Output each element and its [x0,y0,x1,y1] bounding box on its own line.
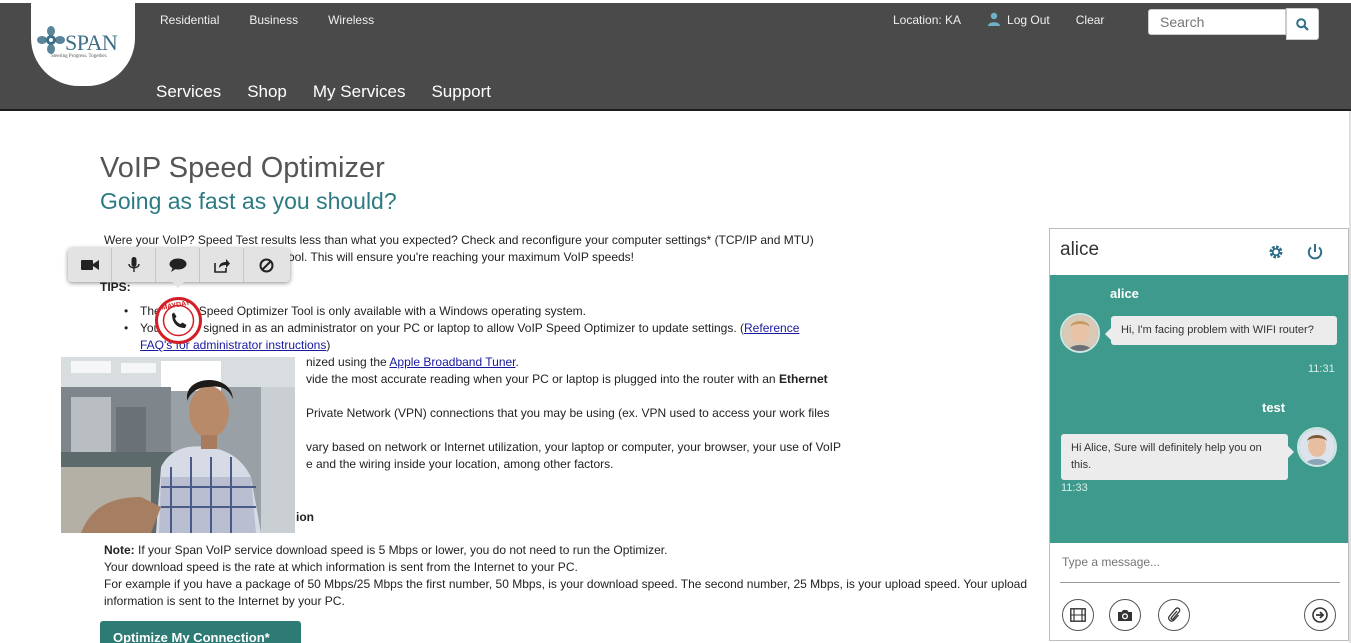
message-sender: test [1262,400,1286,415]
chat-bubble-icon [169,258,186,272]
nav-services[interactable]: Services [156,82,221,102]
call-toolbar [68,248,290,282]
logo[interactable]: SPAN Steering Progress. Together. [31,0,135,86]
bullet-bold: Ethernet [778,372,828,386]
chat-panel: alice alice Hi, I'm facing problem with … [1049,228,1349,641]
bullet-post: . [515,355,519,369]
site-header: SPAN Steering Progress. Together. Reside… [0,0,1351,111]
share-icon [213,258,230,273]
note-line-4: information is sent to the Internet by y… [104,594,345,608]
bullet-post: ) [326,338,331,352]
note-line-3: For example if you have a package of 50 … [104,577,1028,591]
message-bubble: Hi, I'm facing problem with WIFI router? [1105,316,1337,345]
search-button[interactable] [1286,8,1319,40]
message-time: 11:31 [1308,363,1335,375]
clear-link[interactable]: Clear [1076,13,1105,27]
avatar-image [1299,429,1335,465]
apple-tuner-link[interactable]: Apple Broadband Tuner [389,355,515,369]
location-link[interactable]: Location: KA [893,13,961,27]
bullet-text: Private Network (VPN) connections that y… [306,406,830,420]
note-line-2: Your download speed is the rate at which… [104,560,578,574]
header-top-border [0,0,1351,3]
search-input[interactable] [1148,9,1286,35]
logo-mark-icon [37,26,65,54]
paperclip-icon [1168,607,1181,622]
avatar-image [1062,315,1098,351]
send-video-button[interactable] [1062,599,1094,631]
message-sender: alice [1110,286,1139,301]
bullet-text: Speed Optimizer Tool is only available w… [198,304,586,318]
nav-my-services[interactable]: My Services [313,82,406,102]
note-line-1: If your Span VoIP service download speed… [134,543,668,557]
optimize-connection-button[interactable]: Optimize My Connection* [100,621,301,643]
power-icon[interactable] [1306,243,1324,261]
chat-button[interactable] [156,248,200,282]
reference-link[interactable]: Reference [744,321,799,335]
chat-header: alice [1050,229,1348,275]
avatar [1297,427,1337,467]
logo-text: SPAN [65,30,118,55]
bullet-text: vide the most accurate reading when your… [306,372,779,386]
logout-link[interactable]: Log Out [987,12,1050,27]
bullet-text: nized using the [306,355,390,369]
video-call-button[interactable] [68,248,112,282]
page-title: VoIP Speed Optimizer [100,152,385,184]
message-input[interactable] [1060,551,1340,583]
tips-label: TIPS: [100,280,131,294]
message-time: 11:33 [1061,482,1088,494]
gear-icon[interactable] [1267,243,1285,261]
top-link-wireless[interactable]: Wireless [328,13,374,27]
arrow-right-icon [1312,607,1328,623]
logo-tagline: Steering Progress. Together. [51,54,108,59]
note-label: Note: [104,543,135,557]
nav-shop[interactable]: Shop [247,82,287,102]
video-frame-image [61,357,295,533]
block-icon [259,258,273,272]
main-nav: Services Shop My Services Support [156,82,517,102]
list-item: Youe signed in as an administrator on yo… [124,320,884,354]
note-text: Note: If your Span VoIP service download… [104,542,1054,610]
block-button[interactable] [244,248,288,282]
nav-support[interactable]: Support [431,82,491,102]
user-icon [988,12,1001,26]
search-icon [1296,17,1309,31]
video-feed[interactable] [61,357,295,533]
microphone-icon [127,257,140,272]
bullet-text: vary based on network or Internet utiliz… [306,440,841,454]
audio-call-button[interactable] [112,248,156,282]
logout-label: Log Out [1007,13,1050,27]
video-camera-icon [80,260,99,270]
message-bubble: Hi Alice, Sure will definitely help you … [1061,434,1294,480]
chat-contact-name: alice [1060,239,1100,260]
bullet-text: e signed in as an administrator on your … [193,321,745,335]
page-subtitle: Going as fast as you should? [100,188,397,214]
attach-file-button[interactable] [1158,599,1190,631]
top-link-business[interactable]: Business [249,13,298,27]
send-photo-button[interactable] [1109,599,1141,631]
share-button[interactable] [200,248,244,282]
film-icon [1070,608,1086,622]
avatar [1060,313,1100,353]
toolbar-pointer [172,282,184,288]
section-label: ion [296,510,314,524]
top-link-residential[interactable]: Residential [160,13,219,27]
top-links: Residential Business Wireless [160,13,404,27]
bullet-text-line2: e and the wiring inside your location, a… [306,457,614,471]
intro-line-1: Were your VoIP? Speed Test results less … [104,233,814,247]
list-item: TheSpeed Optimizer Tool is only availabl… [124,303,884,320]
chat-actions [1050,589,1348,641]
account-links: Location: KA Log Out Clear [893,12,1105,27]
mayday-badge-icon[interactable]: MAYDAY [155,297,202,344]
send-button[interactable] [1304,599,1336,631]
chat-messages: alice Hi, I'm facing problem with WIFI r… [1050,275,1348,543]
camera-icon [1118,609,1132,621]
